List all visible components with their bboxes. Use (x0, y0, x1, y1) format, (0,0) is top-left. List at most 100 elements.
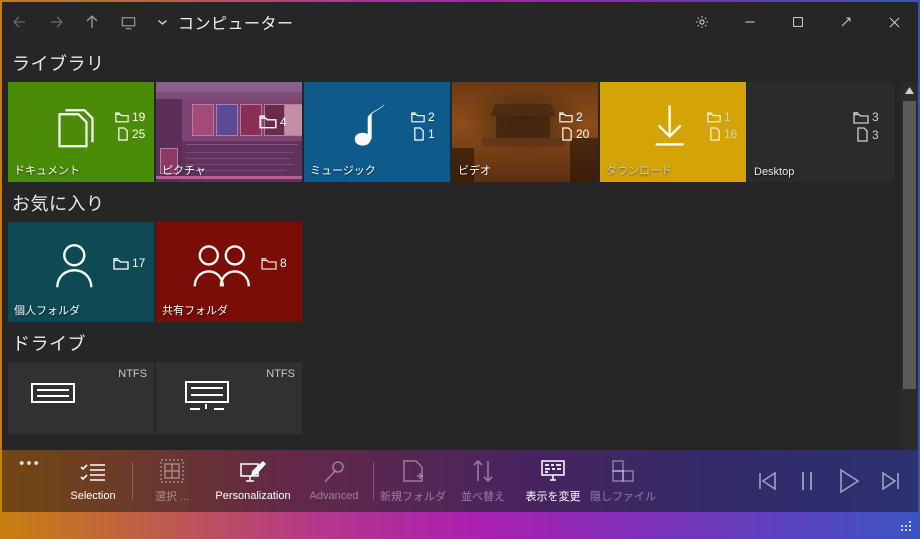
drives-tile-row: NTFS NTFS (2, 362, 918, 434)
toolbar-item-new-folder[interactable]: 新規フォルダ (378, 450, 448, 512)
section-title-drives: ドライブ (12, 334, 86, 354)
section-title-favorites: お気に入り (12, 194, 105, 214)
tile-label: ピクチャ (162, 165, 206, 177)
maximize-button[interactable] (774, 2, 822, 42)
tile-counts: 8 (261, 256, 294, 270)
close-button[interactable] (870, 2, 918, 42)
person-icon (53, 241, 95, 294)
folder-count: 3 (853, 110, 886, 124)
drive-tile-2[interactable]: NTFS (156, 362, 302, 434)
filesystem-label: NTFS (266, 368, 295, 380)
folder-count: 1 (707, 110, 738, 124)
scrollbar-thumb[interactable] (903, 101, 916, 389)
resize-grip[interactable] (901, 521, 913, 533)
file-count: 16 (707, 127, 738, 141)
settings-gear-icon[interactable] (678, 2, 726, 42)
tile-label: 個人フォルダ (14, 305, 80, 317)
minimize-button[interactable] (726, 2, 774, 42)
tile-counts: 19 25 (115, 110, 146, 141)
folder-count: 2 (559, 110, 590, 124)
tile-video[interactable]: 2 20 ビデオ (452, 82, 598, 182)
tile-music[interactable]: 2 1 ミュージック (304, 82, 450, 182)
new-folder-icon (402, 458, 424, 484)
next-track-button[interactable] (878, 468, 904, 494)
paintbrush-monitor-icon (240, 460, 266, 486)
scrollbar-track[interactable] (901, 99, 918, 450)
tile-counts: 2 1 (411, 110, 442, 141)
hidden-files-icon (611, 458, 635, 484)
tile-documents[interactable]: 19 25 ドキュメント (8, 82, 154, 182)
computer-icon[interactable] (110, 2, 146, 42)
tile-downloads[interactable]: 1 16 ダウンロード (600, 82, 746, 182)
people-icon (192, 242, 254, 293)
tile-label: ミュージック (310, 165, 376, 177)
select-grid-icon (160, 458, 184, 484)
tile-counts: 3 3 (853, 110, 886, 142)
folder-count: 4 (259, 114, 294, 129)
toolbar-strip: ••• Selection 選択 ... Personalization Adv… (2, 450, 918, 512)
drive-tile-1[interactable]: NTFS (8, 362, 154, 434)
change-view-icon (540, 458, 566, 484)
tile-personal-folder[interactable]: 17 個人フォルダ (8, 222, 154, 322)
tile-pictures[interactable]: 4 ピクチャ (156, 82, 302, 182)
file-count: 3 (853, 127, 886, 142)
tile-counts: 2 20 (559, 110, 590, 141)
vertical-scrollbar[interactable] (901, 82, 918, 450)
tile-label: ダウンロード (606, 165, 672, 177)
toolbar-item-hidden-files[interactable]: 隠しファイル (588, 450, 658, 512)
scroll-up-arrow-icon[interactable] (901, 82, 918, 99)
tile-counts: 4 (259, 114, 294, 129)
download-arrow-icon (649, 102, 691, 153)
chevron-down-icon[interactable] (150, 2, 174, 42)
folder-count: 17 (113, 256, 146, 270)
checklist-icon (80, 460, 106, 486)
section-title-library: ライブラリ (12, 54, 105, 74)
filesystem-label: NTFS (118, 368, 147, 380)
pause-button[interactable] (794, 468, 820, 494)
tile-counts: 17 (113, 256, 146, 270)
wrench-icon (322, 460, 346, 486)
folder-count: 19 (115, 110, 146, 124)
library-tile-row: 19 25 ドキュメント 4 ピクチャ 2 1 ミュージック 2 20 ビデオ … (2, 82, 918, 182)
overflow-menu-button[interactable]: ••• (2, 445, 58, 517)
folder-count: 2 (411, 110, 442, 124)
tile-label: 共有フォルダ (162, 305, 228, 317)
file-count: 1 (411, 127, 442, 141)
file-count: 20 (559, 127, 590, 141)
toolbar-separator (132, 462, 133, 500)
folder-count: 8 (261, 256, 294, 270)
bottom-toolbar: ••• Selection 選択 ... Personalization Adv… (2, 450, 918, 537)
system-buttons (678, 2, 918, 42)
tile-desktop[interactable]: 3 3 Desktop (748, 82, 894, 182)
tile-counts: 1 16 (707, 110, 738, 141)
address-path[interactable]: コンピューター (178, 10, 294, 34)
toolbar-item-personalization[interactable]: Personalization (207, 450, 299, 512)
hard-drive-icon (30, 380, 76, 411)
toolbar-item-sort[interactable]: 並べ替え (448, 450, 518, 512)
window-inner: コンピューター ライブラリ 19 25 ドキュメント 4 ピクチャ 2 1 ミュ… (2, 2, 918, 537)
accent-gradient-bar (2, 512, 918, 537)
toolbar-item-change-view[interactable]: 表示を変更 (518, 450, 588, 512)
tile-shared-folder[interactable]: 8 共有フォルダ (156, 222, 302, 322)
up-button[interactable] (74, 2, 110, 42)
file-manager-window: コンピューター ライブラリ 19 25 ドキュメント 4 ピクチャ 2 1 ミュ… (0, 0, 920, 539)
music-note-icon (354, 101, 391, 156)
media-controls (754, 450, 912, 512)
system-drive-icon (184, 380, 230, 419)
documents-icon (55, 101, 99, 154)
tile-label: ビデオ (458, 165, 491, 177)
tile-label: ドキュメント (14, 165, 80, 177)
toolbar-item-selection[interactable]: Selection (58, 450, 128, 512)
sort-arrows-icon (472, 458, 494, 484)
toolbar-separator-2 (373, 462, 374, 500)
restore-diagonal-button[interactable] (822, 2, 870, 42)
previous-track-button[interactable] (754, 468, 780, 494)
play-button[interactable] (834, 466, 864, 496)
toolbar-item-select[interactable]: 選択 ... (137, 450, 207, 512)
content-area: ライブラリ 19 25 ドキュメント 4 ピクチャ 2 1 ミュージック 2 2… (2, 42, 918, 450)
back-button[interactable] (2, 2, 38, 42)
title-bar: コンピューター (2, 2, 918, 42)
forward-button[interactable] (38, 2, 74, 42)
toolbar-item-advanced[interactable]: Advanced (299, 450, 369, 512)
favorites-tile-row: 17 個人フォルダ 8 共有フォルダ (2, 222, 918, 322)
